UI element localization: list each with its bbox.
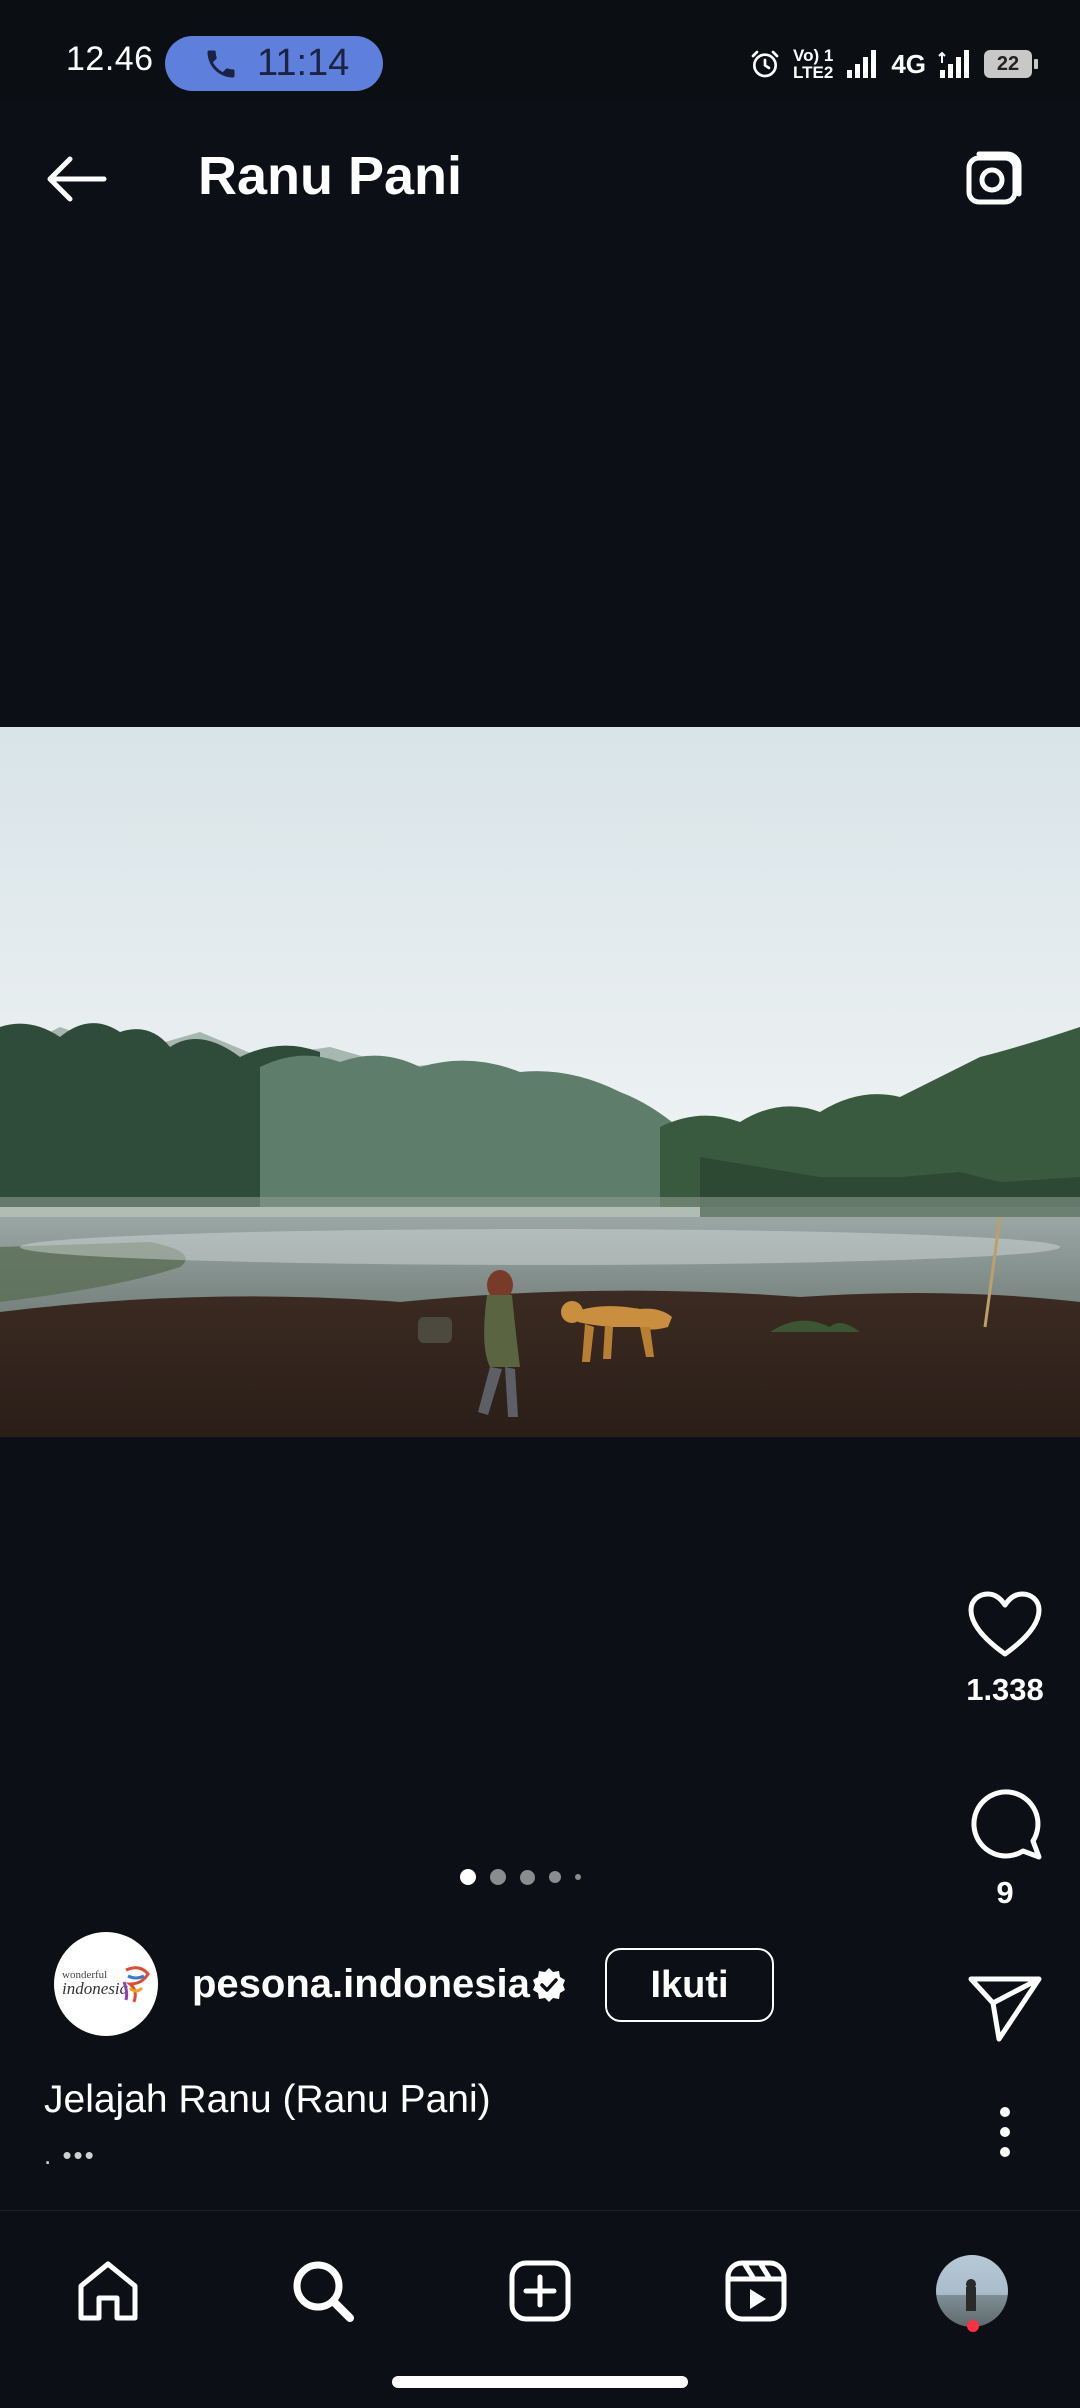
network-type: 4G <box>891 49 926 79</box>
nav-create[interactable] <box>490 2241 590 2341</box>
like-action: 1.338 <box>930 1590 1080 1708</box>
carousel-indicator <box>460 1869 581 1885</box>
back-arrow-icon <box>47 156 107 202</box>
home-indicator[interactable] <box>392 2376 688 2388</box>
status-time: 12.46 <box>66 40 154 78</box>
reels-icon <box>725 2260 787 2322</box>
author-avatar[interactable]: wonderful indonesia <box>54 1932 158 2036</box>
follow-button[interactable]: Ikuti <box>605 1948 774 2022</box>
lake-landscape-photo <box>0 727 1080 1437</box>
wonderful-indonesia-logo: wonderful indonesia <box>62 1966 150 2003</box>
more-vertical-icon[interactable] <box>995 2102 1015 2162</box>
svg-text:indonesia: indonesia <box>62 1979 128 1998</box>
notification-dot <box>967 2320 979 2332</box>
like-count[interactable]: 1.338 <box>966 1672 1044 1708</box>
camera-button[interactable] <box>959 140 1035 216</box>
phone-icon <box>207 50 235 77</box>
post-photo[interactable] <box>0 727 1080 1437</box>
carousel-dot <box>520 1869 535 1885</box>
alarm-icon <box>751 50 779 78</box>
author-username[interactable]: pesona.indonesia <box>192 1962 530 2007</box>
plus-square-icon <box>509 2260 571 2322</box>
post-caption[interactable]: Jelajah Ranu (Ranu Pani) <box>44 2078 491 2122</box>
nav-home[interactable] <box>58 2241 158 2341</box>
profile-avatar <box>936 2255 1008 2327</box>
signal-icon-1 <box>847 50 877 78</box>
carousel-dot <box>549 1871 561 1883</box>
comment-bubble-icon[interactable] <box>967 1785 1043 1861</box>
comment-count[interactable]: 9 <box>996 1875 1013 1911</box>
comment-action: 9 <box>930 1785 1080 1911</box>
heart-icon[interactable] <box>967 1590 1043 1658</box>
battery-indicator: 22 <box>984 50 1038 78</box>
nav-search[interactable] <box>273 2241 373 2341</box>
call-timer: 11:14 <box>257 42 350 84</box>
send-paper-plane-icon[interactable] <box>967 1973 1043 2043</box>
carousel-dot <box>575 1874 581 1880</box>
page-title: Ranu Pani <box>198 146 463 206</box>
back-button[interactable] <box>40 143 112 215</box>
nav-reels[interactable] <box>706 2241 806 2341</box>
status-icons: Vo) 1 LTE2 4G 22 <box>749 44 1038 84</box>
caption-more-indicator[interactable]: . ••• <box>44 2140 96 2171</box>
more-options <box>930 2102 1080 2162</box>
camera-icon <box>966 151 1022 205</box>
volte-indicator: Vo) 1 LTE2 <box>793 46 834 82</box>
search-icon <box>293 2261 354 2322</box>
share-action <box>930 1973 1080 2043</box>
carousel-dot <box>490 1869 506 1885</box>
verified-badge-icon <box>530 1966 568 2009</box>
ongoing-call-pill[interactable]: 11:14 <box>165 36 383 91</box>
home-icon <box>78 2261 138 2321</box>
carousel-dot-active <box>460 1869 476 1885</box>
status-bar: 12.46 11:14 Vo) 1 LTE2 4G 22 <box>0 0 1080 100</box>
header: Ranu Pani <box>0 100 1080 250</box>
signal-icon-2 <box>938 50 969 78</box>
